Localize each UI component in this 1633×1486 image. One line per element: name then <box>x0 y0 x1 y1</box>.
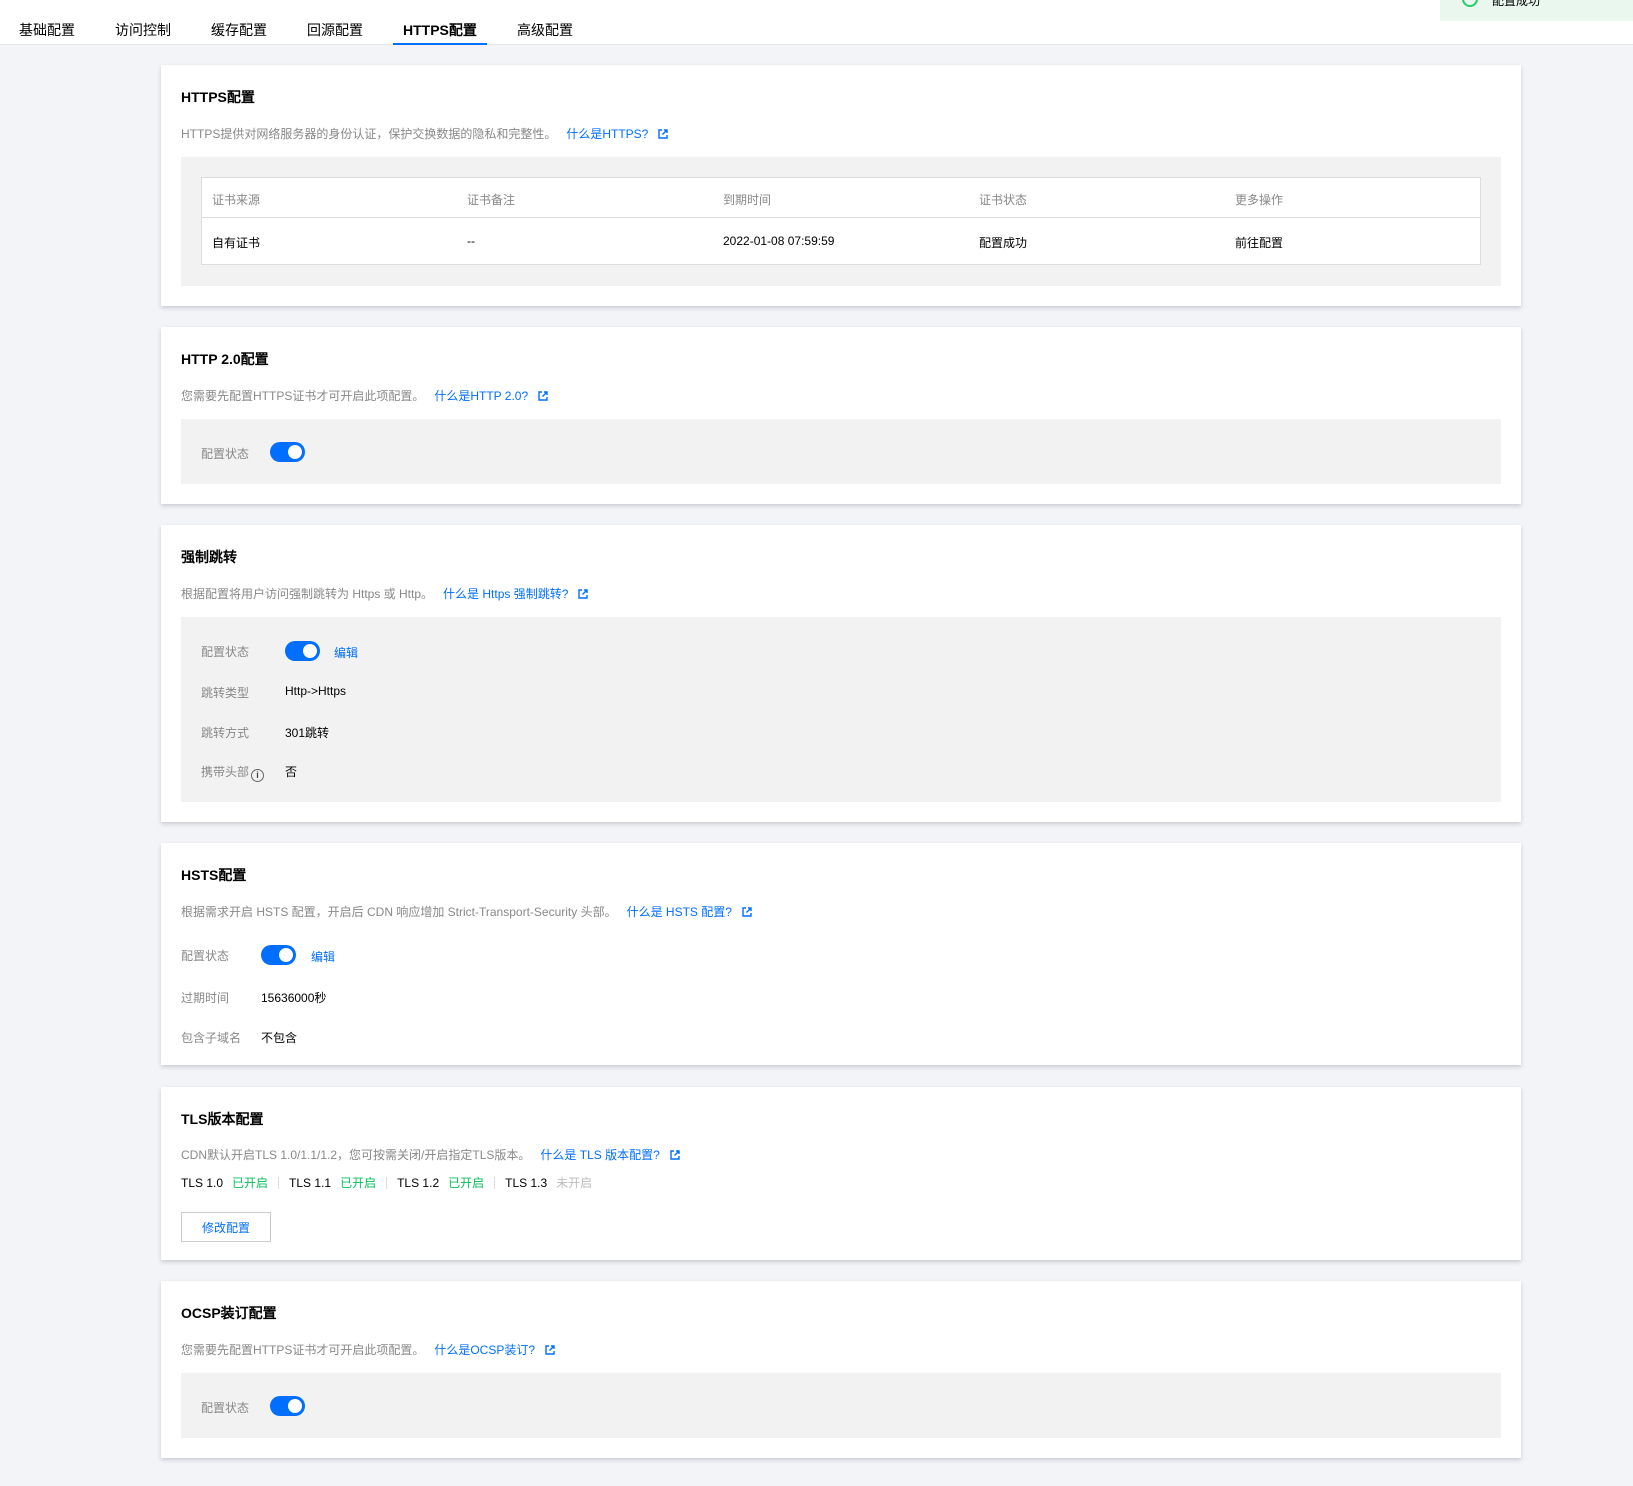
subdomain-label: 包含子域名 <box>181 1031 242 1045</box>
tab-basic-config[interactable]: 基础配置 <box>19 20 75 45</box>
hsts-edit-link[interactable]: 编辑 <box>311 948 335 965</box>
table-cell-cert-source: 自有证书 <box>212 236 261 250</box>
cert-table: 证书来源 证书备注 到期时间 证书状态 更多操作 自有证书 -- 2022-01… <box>201 177 1481 265</box>
success-toast: 配置成功 <box>1440 0 1633 21</box>
redirect-type-label: 跳转类型 <box>201 686 250 700</box>
card-description: 您需要先配置HTTPS证书才可开启此项配置。 什么是OCSP装订? <box>181 1341 555 1358</box>
card-description: 根据配置将用户访问强制跳转为 Https 或 Http。 什么是 Https 强制… <box>181 585 588 602</box>
redirect-panel: 配置状态 编辑 跳转类型 Http->Https 跳转方式 301跳转 携带头部… <box>181 617 1501 802</box>
card-title: TLS版本配置 <box>181 1111 264 1127</box>
modify-config-button[interactable]: 修改配置 <box>181 1212 271 1242</box>
hsts-config-card: HSTS配置 根据需求开启 HSTS 配置，开启后 CDN 响应增加 Stric… <box>161 843 1521 1065</box>
cert-panel: 证书来源 证书备注 到期时间 证书状态 更多操作 自有证书 -- 2022-01… <box>181 157 1501 286</box>
force-redirect-card: 强制跳转 根据配置将用户访问强制跳转为 Https 或 Http。 什么是 Htt… <box>161 525 1521 822</box>
status-label: 配置状态 <box>201 447 250 461</box>
tls-version-item: TLS 1.1 已开启 <box>289 1176 377 1190</box>
card-title: HSTS配置 <box>181 867 247 883</box>
what-is-http2-link[interactable]: 什么是HTTP 2.0? <box>434 389 528 403</box>
toggle-knob <box>288 1399 302 1413</box>
what-is-https-link[interactable]: 什么是HTTPS? <box>566 127 648 141</box>
status-label: 配置状态 <box>201 645 250 659</box>
tls-version-list: TLS 1.0 已开启 TLS 1.1 已开启 TLS 1.2 已开启 TLS 1.3 未开启 <box>181 1174 592 1191</box>
check-circle-icon <box>1462 0 1478 7</box>
http2-toggle[interactable] <box>270 442 305 462</box>
card-description: 您需要先配置HTTPS证书才可开启此项配置。 什么是HTTP 2.0? <box>181 387 548 404</box>
hsts-toggle[interactable] <box>261 945 296 965</box>
status-label: 配置状态 <box>201 1401 250 1415</box>
card-description: 根据需求开启 HSTS 配置，开启后 CDN 响应增加 Strict-Trans… <box>181 903 752 920</box>
what-is-hsts-link[interactable]: 什么是 HSTS 配置? <box>627 905 732 919</box>
https-config-card: HTTPS配置 HTTPS提供对网络服务器的身份认证，保护交换数据的隐私和完整性… <box>161 65 1521 306</box>
table-cell-cert-status: 配置成功 <box>979 236 1028 250</box>
tls-version-item: TLS 1.0 已开启 <box>181 1176 269 1190</box>
column-header: 证书备注 <box>467 193 516 207</box>
divider <box>386 1177 388 1189</box>
http2-panel: 配置状态 <box>181 419 1501 484</box>
column-header: 证书状态 <box>979 193 1028 207</box>
tls-version-card: TLS版本配置 CDN默认开启TLS 1.0/1.1/1.2，您可按需关闭/开启… <box>161 1087 1521 1260</box>
info-icon[interactable]: i <box>251 769 265 782</box>
what-is-force-redirect-link[interactable]: 什么是 Https 强制跳转? <box>443 587 568 601</box>
card-title: HTTPS配置 <box>181 89 255 105</box>
toggle-knob <box>288 445 302 459</box>
external-link-icon[interactable] <box>658 129 668 139</box>
tls-status: 未开启 <box>556 1176 593 1190</box>
tls-status: 已开启 <box>448 1176 485 1190</box>
ocsp-toggle[interactable] <box>270 1396 305 1416</box>
external-link-icon[interactable] <box>545 1345 555 1355</box>
toggle-knob <box>279 948 293 962</box>
redirect-toggle[interactable] <box>285 641 320 661</box>
what-is-tls-link[interactable]: 什么是 TLS 版本配置? <box>540 1148 659 1162</box>
tab-https-config[interactable]: HTTPS配置 <box>393 20 487 45</box>
card-title: HTTP 2.0配置 <box>181 351 269 367</box>
tab-access-control[interactable]: 访问控制 <box>115 20 171 45</box>
divider <box>494 1177 496 1189</box>
status-label: 配置状态 <box>181 949 230 963</box>
table-header: 证书来源 证书备注 到期时间 证书状态 更多操作 <box>202 178 1480 218</box>
ocsp-config-card: OCSP装订配置 您需要先配置HTTPS证书才可开启此项配置。 什么是OCSP装订… <box>161 1281 1521 1458</box>
tls-status: 已开启 <box>232 1176 269 1190</box>
tab-cache-config[interactable]: 缓存配置 <box>211 20 267 45</box>
column-header: 证书来源 <box>212 193 261 207</box>
expire-time-label: 过期时间 <box>181 991 230 1005</box>
redirect-type-value: Http->Https <box>285 684 347 698</box>
tls-version-item: TLS 1.3 未开启 <box>505 1176 593 1190</box>
ocsp-panel: 配置状态 <box>181 1373 1501 1438</box>
what-is-ocsp-link[interactable]: 什么是OCSP装订? <box>434 1343 535 1357</box>
redirect-method-value: 301跳转 <box>285 726 330 740</box>
card-title: 强制跳转 <box>181 549 237 565</box>
carry-header-value: 否 <box>285 765 298 779</box>
tls-status: 已开启 <box>340 1176 377 1190</box>
carry-header-label: 携带头部 i <box>201 763 265 782</box>
column-header: 更多操作 <box>1235 193 1284 207</box>
external-link-icon[interactable] <box>670 1150 680 1160</box>
table-cell-cert-note: -- <box>467 234 475 248</box>
divider <box>278 1177 280 1189</box>
column-header: 到期时间 <box>723 193 772 207</box>
redirect-method-label: 跳转方式 <box>201 726 250 740</box>
table-cell-expire-time: 2022-01-08 07:59:59 <box>723 234 835 248</box>
card-description: CDN默认开启TLS 1.0/1.1/1.2，您可按需关闭/开启指定TLS版本。… <box>181 1146 680 1163</box>
tls-version-item: TLS 1.2 已开启 <box>397 1176 485 1190</box>
http2-config-card: HTTP 2.0配置 您需要先配置HTTPS证书才可开启此项配置。 什么是HTTP… <box>161 327 1521 504</box>
tab-origin-config[interactable]: 回源配置 <box>307 20 363 45</box>
toggle-knob <box>303 644 317 658</box>
redirect-edit-link[interactable]: 编辑 <box>334 644 358 661</box>
external-link-icon[interactable] <box>578 589 588 599</box>
card-description: HTTPS提供对网络服务器的身份认证，保护交换数据的隐私和完整性。 什么是HTTP… <box>181 125 668 142</box>
external-link-icon[interactable] <box>538 391 548 401</box>
tab-bar: 基础配置 访问控制 缓存配置 回源配置 HTTPS配置 高级配置 <box>0 0 1633 45</box>
tab-advanced-config[interactable]: 高级配置 <box>517 20 573 45</box>
external-link-icon[interactable] <box>742 907 752 917</box>
subdomain-value: 不包含 <box>261 1031 298 1045</box>
go-configure-link[interactable]: 前往配置 <box>1235 234 1283 251</box>
toast-text: 配置成功 <box>1492 0 1541 8</box>
expire-time-value: 15636000秒 <box>261 991 327 1005</box>
card-title: OCSP装订配置 <box>181 1305 277 1321</box>
